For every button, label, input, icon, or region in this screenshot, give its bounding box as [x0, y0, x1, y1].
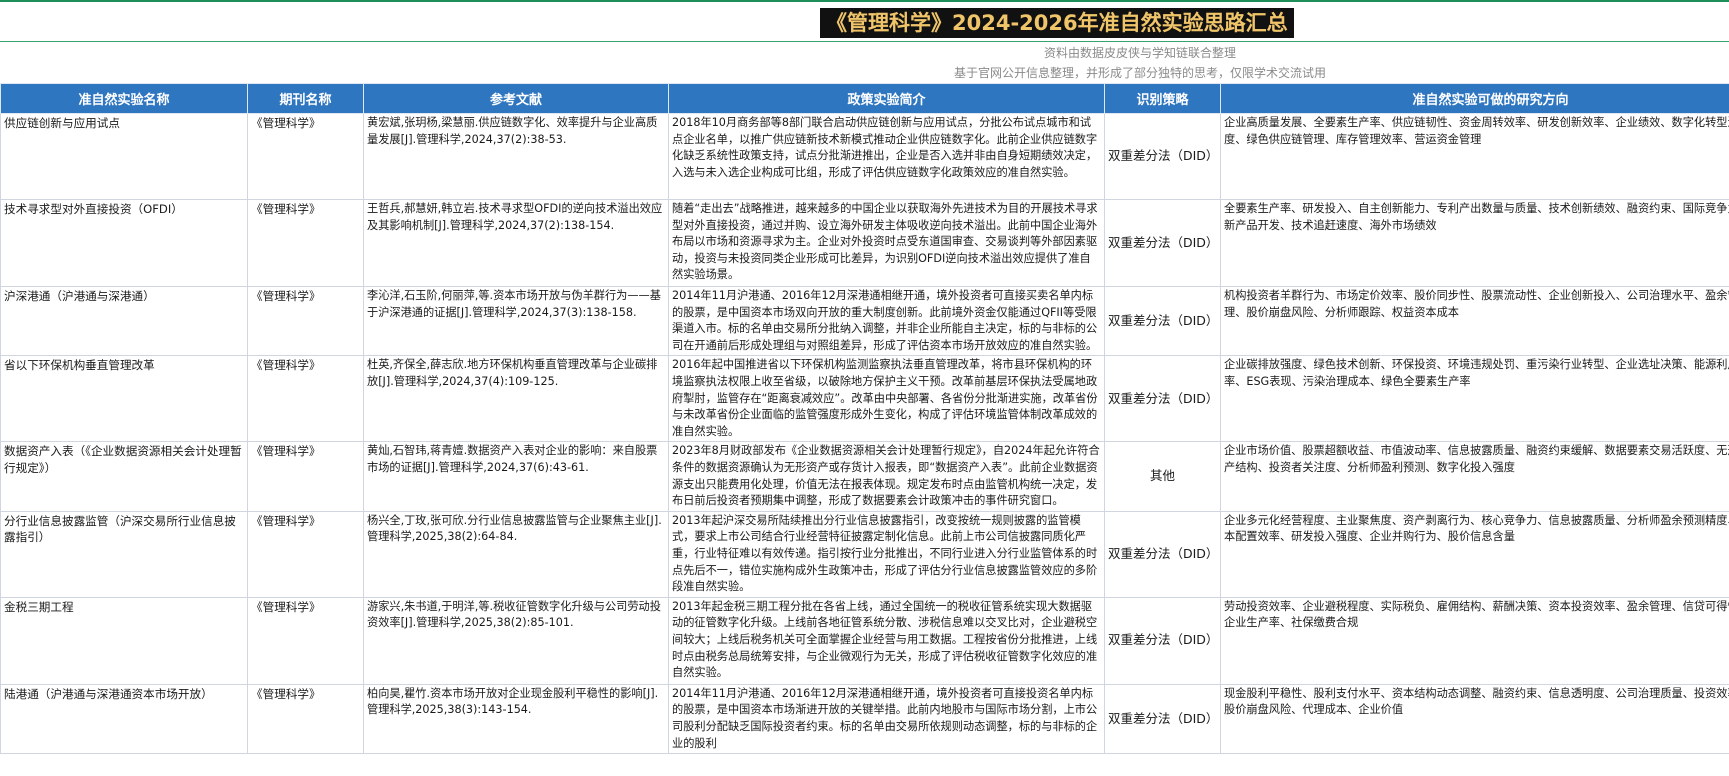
subtitle-disclaimer: 基于官网公开信息整理，并形成了部分独特的思考，仅限学术交流试用 — [953, 66, 1326, 80]
header-row: 准自然实验名称 期刊名称 参考文献 政策实验简介 识别策略 准自然实验可做的研究… — [0, 83, 1729, 114]
column-header-directions[interactable]: 准自然实验可做的研究方向 — [1220, 83, 1729, 114]
reference-cell[interactable]: 黄宏斌,张玥杨,梁慧丽.供应链数字化、效率提升与企业高质量发展[J].管理科学,… — [363, 113, 669, 200]
reference-cell[interactable]: 柏向昊,瞿竹.资本市场开放对企业现金股利平稳性的影响[J].管理科学,2025,… — [363, 683, 669, 755]
strategy-cell[interactable]: 双重差分法（DID） — [1104, 285, 1221, 357]
journal-cell[interactable]: 《管理科学》 — [247, 199, 364, 287]
journal-cell[interactable]: 《管理科学》 — [247, 355, 364, 443]
column-header-journal[interactable]: 期刊名称 — [247, 83, 364, 114]
policy-cell[interactable]: 随着“走出去”战略推进，越来越多的中国企业以获取海外先进技术为目的开展技术寻求型… — [668, 199, 1105, 287]
strategy-cell[interactable]: 其他 — [1104, 441, 1221, 512]
journal-cell[interactable]: 《管理科学》 — [247, 683, 364, 755]
experiment-table: 准自然实验名称 期刊名称 参考文献 政策实验简介 识别策略 准自然实验可做的研究… — [0, 83, 1729, 755]
policy-cell[interactable]: 2013年起沪深交易所陆续推出分行业信息披露指引，改变按统一规则披露的监管模式，… — [668, 510, 1105, 598]
reference-cell[interactable]: 杜英,齐保全,薛志欣.地方环保机构垂直管理改革与企业碳排放[J].管理科学,20… — [363, 355, 669, 443]
strategy-cell[interactable]: 双重差分法（DID） — [1104, 596, 1221, 685]
policy-cell[interactable]: 2014年11月沪港通、2016年12月深港通相继开通，境外投资者可直接投资名单… — [668, 683, 1105, 755]
experiment-name-cell[interactable]: 省以下环保机构垂直管理改革 — [0, 355, 248, 443]
experiment-name-cell[interactable]: 金税三期工程 — [0, 596, 248, 685]
policy-cell[interactable]: 2016年起中国推进省以下环保机构监测监察执法垂直管理改革，将市县环保机构的环境… — [668, 355, 1105, 443]
policy-cell[interactable]: 2013年起金税三期工程分批在各省上线，通过全国统一的税收征管系统实现大数据驱动… — [668, 596, 1105, 685]
strategy-cell[interactable]: 双重差分法（DID） — [1104, 510, 1221, 598]
directions-cell[interactable]: 劳动投资效率、企业避税程度、实际税负、雇佣结构、薪酬决策、资本投资效率、盈余管理… — [1220, 596, 1729, 685]
column-header-reference[interactable]: 参考文献 — [363, 83, 669, 114]
experiment-name-cell[interactable]: 陆港通（沪港通与深港通资本市场开放） — [0, 683, 248, 755]
experiment-name-cell[interactable]: 分行业信息披露监管（沪深交易所行业信息披露指引） — [0, 510, 248, 598]
page-title: 《管理科学》2024-2026年准自然实验思路汇总 — [820, 8, 1294, 38]
experiment-name-cell[interactable]: 沪深港通（沪港通与深港通） — [0, 285, 248, 357]
experiment-name-cell[interactable]: 数据资产入表（《企业数据资源相关会计处理暂行规定》） — [0, 441, 248, 512]
policy-cell[interactable]: 2018年10月商务部等8部门联合启动供应链创新与应用试点，分批公布试点城市和试… — [668, 113, 1105, 200]
table-row: 供应链创新与应用试点 《管理科学》 黄宏斌,张玥杨,梁慧丽.供应链数字化、效率提… — [0, 113, 1729, 200]
table-row: 沪深港通（沪港通与深港通） 《管理科学》 李沁洋,石玉阶,何丽萍,等.资本市场开… — [0, 285, 1729, 357]
journal-cell[interactable]: 《管理科学》 — [247, 285, 364, 357]
journal-cell[interactable]: 《管理科学》 — [247, 510, 364, 598]
strategy-cell[interactable]: 双重差分法（DID） — [1104, 113, 1221, 200]
experiment-name-cell[interactable]: 供应链创新与应用试点 — [0, 113, 248, 200]
directions-cell[interactable]: 企业高质量发展、全要素生产率、供应链韧性、资金周转效率、研发创新效率、企业绩效、… — [1220, 113, 1729, 200]
strategy-cell[interactable]: 双重差分法（DID） — [1104, 355, 1221, 443]
column-header-policy[interactable]: 政策实验简介 — [668, 83, 1105, 114]
reference-cell[interactable]: 李沁洋,石玉阶,何丽萍,等.资本市场开放与伪羊群行为——基于沪深港通的证据[J]… — [363, 285, 669, 357]
directions-cell[interactable]: 企业多元化经营程度、主业聚焦度、资产剥离行为、核心竞争力、信息披露质量、分析师盈… — [1220, 510, 1729, 598]
reference-cell[interactable]: 王哲兵,郝慧妍,韩立岩.技术寻求型OFDI的逆向技术溢出效应及其影响机制[J].… — [363, 199, 669, 287]
journal-cell[interactable]: 《管理科学》 — [247, 441, 364, 512]
table-row: 陆港通（沪港通与深港通资本市场开放） 《管理科学》 柏向昊,瞿竹.资本市场开放对… — [0, 683, 1729, 755]
strategy-cell[interactable]: 双重差分法（DID） — [1104, 199, 1221, 287]
directions-cell[interactable]: 企业市场价值、股票超额收益、市值波动率、信息披露质量、融资约束缓解、数据要素交易… — [1220, 441, 1729, 512]
journal-cell[interactable]: 《管理科学》 — [247, 113, 364, 200]
column-header-name[interactable]: 准自然实验名称 — [0, 83, 248, 114]
policy-cell[interactable]: 2023年8月财政部发布《企业数据资源相关会计处理暂行规定》，自2024年起允许… — [668, 441, 1105, 512]
reference-cell[interactable]: 黄灿,石智玮,蒋青嬗.数据资产入表对企业的影响：来自股票市场的证据[J].管理科… — [363, 441, 669, 512]
title-band: 《管理科学》2024-2026年准自然实验思路汇总 — [0, 0, 1729, 42]
table-row: 分行业信息披露监管（沪深交易所行业信息披露指引） 《管理科学》 杨兴全,丁玫,张… — [0, 510, 1729, 598]
reference-cell[interactable]: 游家兴,朱书道,于明洋,等.税收征管数字化升级与公司劳动投资效率[J].管理科学… — [363, 596, 669, 685]
policy-cell[interactable]: 2014年11月沪港通、2016年12月深港通相继开通，境外投资者可直接买卖名单… — [668, 285, 1105, 357]
table-row: 技术寻求型对外直接投资（OFDI） 《管理科学》 王哲兵,郝慧妍,韩立岩.技术寻… — [0, 199, 1729, 287]
directions-cell[interactable]: 全要素生产率、研发投入、自主创新能力、专利产出数量与质量、技术创新绩效、融资约束… — [1220, 199, 1729, 287]
directions-cell[interactable]: 现金股利平稳性、股利支付水平、资本结构动态调整、融资约束、信息透明度、公司治理质… — [1220, 683, 1729, 755]
directions-cell[interactable]: 机构投资者羊群行为、市场定价效率、股价同步性、股票流动性、企业创新投入、公司治理… — [1220, 285, 1729, 357]
table-row: 省以下环保机构垂直管理改革 《管理科学》 杜英,齐保全,薛志欣.地方环保机构垂直… — [0, 355, 1729, 443]
experiment-name-cell[interactable]: 技术寻求型对外直接投资（OFDI） — [0, 199, 248, 287]
subtitle-source: 资料由数据皮皮侠与学知链联合整理 — [1043, 46, 1236, 60]
table-row: 金税三期工程 《管理科学》 游家兴,朱书道,于明洋,等.税收征管数字化升级与公司… — [0, 596, 1729, 685]
directions-cell[interactable]: 企业碳排放强度、绿色技术创新、环保投资、环境违规处罚、重污染行业转型、企业选址决… — [1220, 355, 1729, 443]
table-row: 数据资产入表（《企业数据资源相关会计处理暂行规定》） 《管理科学》 黄灿,石智玮… — [0, 441, 1729, 512]
journal-cell[interactable]: 《管理科学》 — [247, 596, 364, 685]
column-header-strategy[interactable]: 识别策略 — [1104, 83, 1221, 114]
reference-cell[interactable]: 杨兴全,丁玫,张可欣.分行业信息披露监管与企业聚焦主业[J].管理科学,2025… — [363, 510, 669, 598]
strategy-cell[interactable]: 双重差分法（DID） — [1104, 683, 1221, 755]
